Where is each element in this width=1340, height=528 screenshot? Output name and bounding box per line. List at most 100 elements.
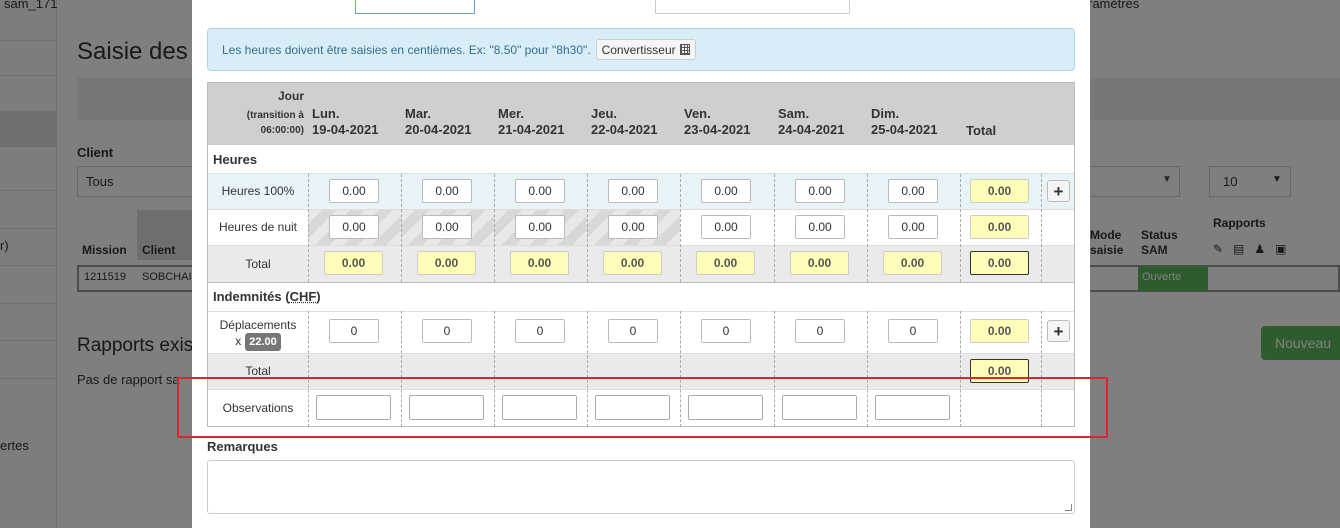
- travel-input[interactable]: 0: [608, 319, 658, 343]
- transition-label: (transition à 06:00:00): [246, 110, 304, 136]
- day-name: Sam.: [778, 106, 810, 121]
- day-name: Jeu.: [591, 106, 618, 121]
- day-header: Mar. 20-04-2021: [405, 106, 472, 138]
- row-divider: [208, 173, 1074, 174]
- night-hours-input[interactable]: 0.00: [329, 215, 379, 239]
- day-total: 0.00: [603, 251, 662, 275]
- top-input-left[interactable]: [355, 0, 475, 14]
- currency-abbr: CHF: [289, 289, 317, 304]
- row-divider: [208, 353, 1074, 354]
- travel-input[interactable]: 0: [422, 319, 472, 343]
- column-divider: [867, 174, 868, 282]
- day-header: Jeu. 22-04-2021: [591, 106, 658, 138]
- night-hours-input[interactable]: 0.00: [888, 215, 938, 239]
- jour-label: Jour: [277, 89, 304, 103]
- day-date: 20-04-2021: [405, 122, 472, 137]
- calculator-icon: [679, 44, 690, 55]
- day-date: 21-04-2021: [498, 122, 565, 137]
- day-header: Lun. 19-04-2021: [312, 106, 379, 138]
- hours-input[interactable]: 0.00: [329, 179, 379, 203]
- day-name: Lun.: [312, 106, 340, 121]
- travel-input[interactable]: 0: [515, 319, 565, 343]
- day-header: Dim. 25-04-2021: [871, 106, 938, 138]
- column-divider: [774, 174, 775, 282]
- hours-input[interactable]: 0.00: [608, 179, 658, 203]
- row-label-nuit: Heures de nuit: [218, 220, 298, 234]
- travel-input[interactable]: 0: [795, 319, 845, 343]
- night-hours-input[interactable]: 0.00: [701, 215, 751, 239]
- column-divider: [587, 174, 588, 282]
- column-divider: [680, 174, 681, 282]
- highlight-box: [177, 377, 1108, 438]
- travel-input[interactable]: 0: [888, 319, 938, 343]
- day-total: 0.00: [696, 251, 755, 275]
- day-total: 0.00: [417, 251, 476, 275]
- deplacements-label: Déplacements: [219, 318, 297, 332]
- multiplier-prefix: x: [235, 334, 242, 348]
- resize-handle[interactable]: [1065, 504, 1072, 511]
- section-indemnites: Indemnités (CHF): [213, 289, 321, 304]
- row-total: 0.00: [970, 319, 1029, 343]
- remarks-textarea[interactable]: [207, 460, 1075, 514]
- time-grid: Jour (transition à 06:00:00) Total Heure…: [207, 82, 1075, 427]
- header-jour-cell: Jour (transition à 06:00:00): [208, 83, 304, 145]
- row-total: 0.00: [970, 215, 1029, 239]
- hours-input[interactable]: 0.00: [515, 179, 565, 203]
- plus-icon[interactable]: +: [1047, 320, 1070, 342]
- row-total: 0.00: [970, 179, 1029, 203]
- day-header: Sam. 24-04-2021: [778, 106, 845, 138]
- info-alert: Les heures doivent être saisies en centi…: [207, 28, 1075, 71]
- plus-icon[interactable]: +: [1047, 180, 1070, 202]
- column-divider: [1041, 174, 1042, 282]
- hours-input[interactable]: 0.00: [422, 179, 472, 203]
- remarks-label: Remarques: [207, 439, 278, 454]
- day-total: 0.00: [790, 251, 849, 275]
- day-date: 24-04-2021: [778, 122, 845, 137]
- section-indemnites-text: Indemnités (: [213, 289, 290, 304]
- hours-input[interactable]: 0.00: [795, 179, 845, 203]
- column-divider: [308, 174, 309, 282]
- day-date: 22-04-2021: [591, 122, 658, 137]
- time-entry-modal: Les heures doivent être saisies en centi…: [192, 0, 1090, 528]
- top-input-right[interactable]: [655, 0, 850, 14]
- day-date: 25-04-2021: [871, 122, 938, 137]
- column-divider: [960, 174, 961, 282]
- day-total: 0.00: [510, 251, 569, 275]
- row-label-deplacements: Déplacements x 22.00: [208, 317, 308, 351]
- row-divider: [208, 311, 1074, 312]
- day-header: Mer. 21-04-2021: [498, 106, 565, 138]
- row-total: 0.00: [970, 251, 1029, 275]
- column-divider: [401, 174, 402, 282]
- night-hours-input[interactable]: 0.00: [422, 215, 472, 239]
- alert-text: Les heures doivent être saisies en centi…: [222, 42, 591, 57]
- day-name: Mer.: [498, 106, 525, 121]
- travel-input[interactable]: 0: [701, 319, 751, 343]
- row-divider: [208, 209, 1074, 210]
- day-total: 0.00: [883, 251, 942, 275]
- night-hours-input[interactable]: 0.00: [608, 215, 658, 239]
- day-name: Ven.: [684, 106, 711, 121]
- day-name: Mar.: [405, 106, 432, 121]
- converter-label: Convertisseur: [601, 42, 676, 57]
- section-indemnites-close: ): [316, 289, 321, 304]
- night-hours-input[interactable]: 0.00: [795, 215, 845, 239]
- header-total: Total: [966, 123, 997, 138]
- divider: [208, 282, 1074, 283]
- day-name: Dim.: [871, 106, 900, 121]
- column-divider: [494, 174, 495, 282]
- hours-input[interactable]: 0.00: [701, 179, 751, 203]
- night-hours-input[interactable]: 0.00: [515, 215, 565, 239]
- row-divider: [208, 245, 1074, 246]
- section-heures: Heures: [213, 152, 258, 167]
- travel-input[interactable]: 0: [329, 319, 379, 343]
- day-total: 0.00: [324, 251, 383, 275]
- row-label-heures100: Heures 100%: [221, 184, 295, 198]
- day-date: 19-04-2021: [312, 122, 379, 137]
- day-header: Ven. 23-04-2021: [684, 106, 751, 138]
- hours-input[interactable]: 0.00: [888, 179, 938, 203]
- row-label-total-indemnites: Total: [245, 364, 271, 378]
- row-label-total-heures: Total: [245, 257, 271, 271]
- converter-button[interactable]: Convertisseur: [595, 39, 696, 60]
- day-date: 23-04-2021: [684, 122, 751, 137]
- multiplier-badge: 22.00: [245, 333, 281, 351]
